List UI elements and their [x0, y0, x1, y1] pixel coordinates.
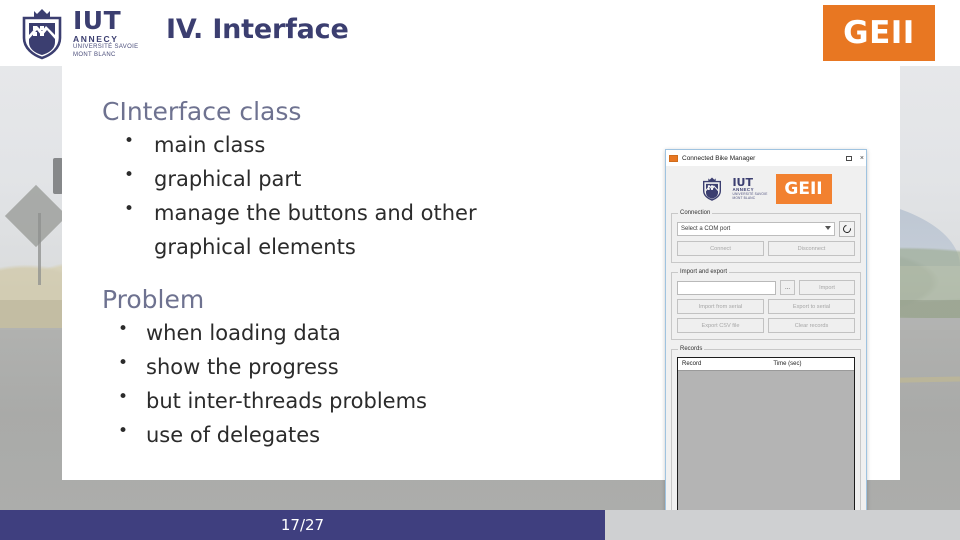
connection-buttons-row: Connect Disconnect [677, 241, 855, 256]
import-button[interactable]: Import [799, 280, 855, 295]
page-title: IV. Interface [166, 14, 349, 45]
app-logo-iut-label: IUT [732, 175, 753, 189]
import-export-group: Import and export ... Import Import from… [671, 269, 861, 340]
close-icon[interactable]: × [860, 155, 864, 162]
bullet-list-cinterface: main class graphical part manage the but… [102, 128, 542, 264]
browse-button[interactable]: ... [780, 280, 795, 295]
iut-logo: IUT ANNECY UNIVERSITÉ SAVOIE MONT BLANC [16, 6, 156, 62]
app-iut-shield-icon [700, 177, 724, 201]
records-listbox[interactable]: Record Time (sec) [677, 357, 855, 519]
export-csv-button[interactable]: Export CSV file [677, 318, 764, 333]
records-group: Records Record Time (sec) [671, 346, 861, 526]
list-item: main class [102, 128, 542, 162]
slide-header: IUT ANNECY UNIVERSITÉ SAVOIE MONT BLANC … [0, 0, 960, 66]
records-header-row: Record Time (sec) [678, 358, 854, 371]
iut-shield-icon [16, 8, 68, 60]
app-screenshot-window: Connected Bike Manager × IUT ANNECY UNIV… [665, 149, 867, 540]
list-item: manage the buttons and other graphical e… [102, 196, 542, 264]
column-header-record: Record [682, 361, 702, 367]
logo-university-line1: UNIVERSITÉ SAVOIE [73, 44, 139, 51]
serial-buttons-row: Import from serial Export to serial [677, 299, 855, 314]
disconnect-button[interactable]: Disconnect [768, 241, 855, 256]
clear-records-button[interactable]: Clear records [768, 318, 855, 333]
app-geii-badge: GEII [775, 174, 832, 204]
com-port-row: Select a COM port [677, 221, 855, 237]
export-to-serial-button[interactable]: Export to serial [768, 299, 855, 314]
iut-logo-text: IUT ANNECY UNIVERSITÉ SAVOIE MONT BLANC [73, 5, 139, 59]
app-logo-university-line2: MONT BLANC [732, 196, 756, 201]
background-sign-post [38, 213, 41, 285]
geii-badge-label: GEII [843, 15, 915, 51]
com-port-value: Select a COM port [681, 226, 731, 232]
content-panel: CInterface class main class graphical pa… [62, 66, 900, 540]
app-iut-logo-text: IUT ANNECY UNIVERSITÉ SAVOIE MONT BLANC [732, 175, 767, 201]
import-export-group-legend: Import and export [680, 269, 728, 275]
refresh-ports-button[interactable] [839, 221, 855, 237]
section-heading-cinterface: CInterface class [102, 97, 302, 126]
csv-buttons-row: Export CSV file Clear records [677, 318, 855, 333]
com-port-select[interactable]: Select a COM port [677, 222, 835, 236]
connect-button[interactable]: Connect [677, 241, 764, 256]
import-from-serial-button[interactable]: Import from serial [677, 299, 764, 314]
geii-badge: GEII [823, 5, 935, 61]
slide: IUT ANNECY UNIVERSITÉ SAVOIE MONT BLANC … [0, 0, 960, 540]
records-group-legend: Records [680, 346, 703, 352]
app-body: IUT ANNECY UNIVERSITÉ SAVOIE MONT BLANC … [666, 166, 866, 537]
file-path-row: ... Import [677, 280, 855, 295]
connection-group: Connection Select a COM port Connect Dis… [671, 210, 861, 263]
chevron-down-icon [825, 226, 831, 230]
list-item: when loading data [102, 316, 542, 350]
footer-bar: 17/27 [0, 510, 605, 540]
app-geii-label: GEII [784, 179, 823, 199]
list-item: use of delegates [102, 418, 542, 452]
app-window-title: Connected Bike Manager [682, 154, 756, 162]
logo-annecy-label: ANNECY [73, 33, 119, 44]
logo-university-line2: MONT BLANC [73, 51, 116, 58]
bullet-list-problem: when loading data show the progress but … [102, 316, 542, 452]
refresh-icon [841, 223, 853, 235]
minimize-icon[interactable] [845, 155, 852, 161]
logo-iut-label: IUT [73, 5, 122, 35]
list-item: graphical part [102, 162, 542, 196]
list-item: but inter-threads problems [102, 384, 542, 418]
footer-right-block [605, 510, 960, 540]
text-column: CInterface class main class graphical pa… [102, 98, 542, 452]
window-controls: × [845, 150, 864, 166]
records-list-body[interactable] [678, 371, 854, 518]
file-path-input[interactable] [677, 280, 776, 295]
app-orange-icon [669, 154, 678, 162]
connection-group-legend: Connection [680, 210, 711, 216]
column-header-time: Time (sec) [773, 361, 802, 367]
list-item: show the progress [102, 350, 542, 384]
page-number: 17/27 [280, 516, 325, 534]
app-branding: IUT ANNECY UNIVERSITÉ SAVOIE MONT BLANC … [671, 170, 861, 210]
section-heading-problem: Problem [102, 285, 205, 315]
app-title-bar: Connected Bike Manager × [666, 150, 866, 166]
